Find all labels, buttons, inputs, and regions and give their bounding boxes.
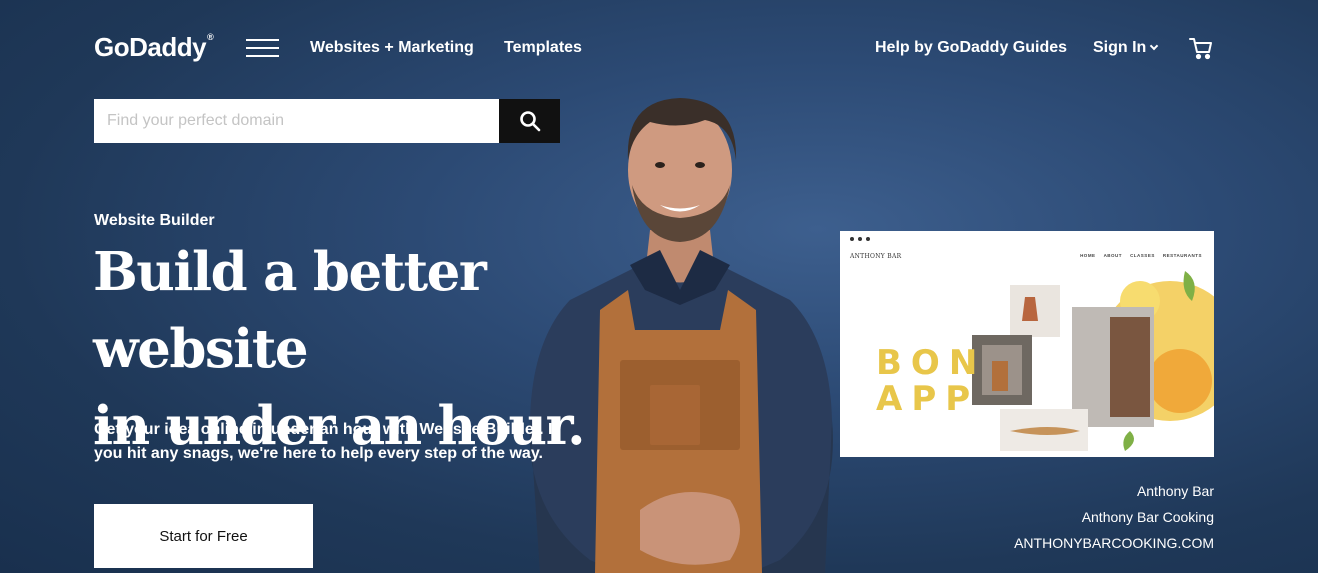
domain-search (94, 99, 560, 143)
nav-help-guides[interactable]: Help by GoDaddy Guides (875, 39, 1067, 57)
cart-icon[interactable] (1188, 35, 1214, 61)
website-preview: ANTHONY BAR HOME ABOUT CLASSES RESTAURAN… (840, 231, 1214, 457)
chevron-down-icon (1150, 41, 1159, 51)
preview-bon-app: BON APP (876, 345, 986, 417)
domain-search-input[interactable] (94, 99, 499, 143)
sign-in-button[interactable]: Sign In (1093, 39, 1159, 57)
godaddy-logo[interactable]: GoDaddy® (94, 32, 214, 63)
caption-business: Anthony Bar Cooking (1081, 509, 1214, 525)
hero-subcopy: Get your idea online in under an hour wi… (94, 421, 558, 462)
nav-templates[interactable]: Templates (504, 39, 582, 57)
sign-in-label: Sign In (1093, 39, 1147, 56)
app-text: APP (876, 379, 980, 419)
bon-text: BON (876, 343, 987, 383)
hamburger-icon[interactable] (246, 38, 279, 58)
customer-caption: Anthony Bar Anthony Bar Cooking ANTHONYB… (1014, 478, 1214, 556)
registered-mark: ® (207, 32, 214, 42)
nav-websites-marketing[interactable]: Websites + Marketing (310, 39, 474, 57)
logo-text: GoDaddy (94, 32, 207, 62)
headline-line-1: Build a better website (93, 241, 487, 380)
caption-name: Anthony Bar (1136, 483, 1214, 499)
caption-url[interactable]: ANTHONYBARCOOKING.COM (1014, 530, 1214, 556)
start-for-free-button[interactable]: Start for Free (94, 504, 313, 568)
hero-eyebrow: Website Builder (94, 212, 215, 229)
